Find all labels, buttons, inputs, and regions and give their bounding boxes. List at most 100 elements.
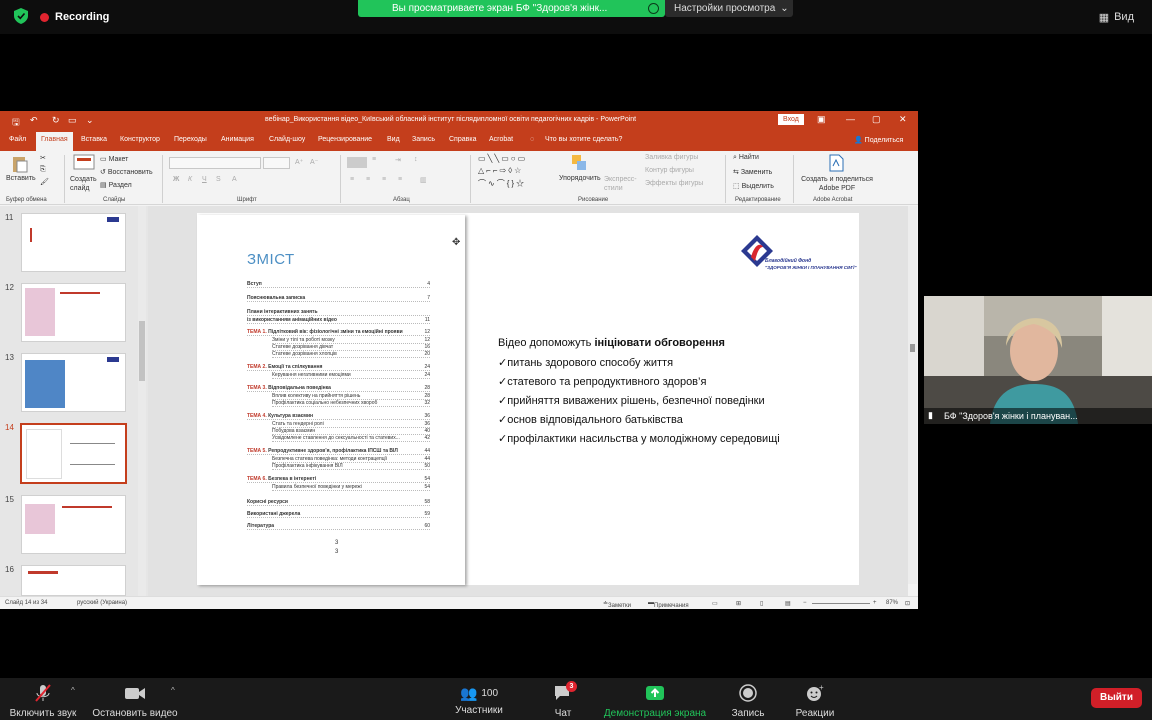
shape-effects-button[interactable]: Эффекты фигуры	[645, 180, 703, 187]
zoom-out-icon[interactable]: −	[803, 600, 807, 606]
shapes-gallery-row3[interactable]: ⌒∿⌒{}☆	[478, 178, 526, 189]
bold-icon[interactable]: Ж	[173, 176, 179, 183]
tab-transitions[interactable]: Переходы	[174, 136, 207, 143]
participants-button[interactable]: 👥 100 Участники	[450, 678, 508, 720]
italic-icon[interactable]: К	[188, 176, 192, 183]
tell-me-search[interactable]: Что вы хотите сделать?	[545, 136, 622, 143]
tab-help[interactable]: Справка	[449, 136, 476, 143]
align-center-icon[interactable]: ≡	[366, 176, 370, 183]
normal-view-icon[interactable]: ▭	[712, 600, 718, 607]
font-size-select[interactable]	[263, 157, 290, 169]
slide-thumbnail[interactable]	[21, 565, 126, 596]
tab-acrobat[interactable]: Acrobat	[489, 136, 513, 143]
shapes-gallery-row2[interactable]: △⌐⌐⇨◊☆	[478, 166, 523, 175]
slide-thumbnail[interactable]	[21, 353, 126, 412]
tab-home[interactable]: Главная	[36, 132, 73, 151]
tab-review[interactable]: Рецензирование	[318, 136, 372, 143]
notes-button[interactable]: ≐ Заметки	[603, 600, 631, 609]
reading-view-icon[interactable]: ▯	[760, 600, 763, 607]
slideshow-from-start-icon[interactable]: ▭	[68, 115, 77, 126]
arrange-icon[interactable]	[571, 154, 587, 172]
leave-meeting-button[interactable]: Выйти	[1091, 688, 1142, 708]
share-button[interactable]: 👤 Поделиться	[854, 136, 903, 144]
view-options-button[interactable]: Настройки просмотра ⌄	[665, 0, 793, 17]
font-color-icon[interactable]: A	[232, 176, 237, 183]
participant-video-tile[interactable]: БФ "Здоров'я жінки і плануван... ▮	[924, 296, 1152, 424]
format-painter-icon[interactable]: 🖌	[40, 178, 49, 186]
customize-toolbar-icon[interactable]: ⌄	[86, 115, 94, 126]
stop-video-button[interactable]: Остановить видео	[90, 678, 180, 720]
replace-button[interactable]: ⇆ Заменить	[733, 168, 772, 176]
scrollbar-thumb[interactable]	[139, 321, 145, 381]
slide-thumbnail[interactable]	[21, 495, 126, 554]
arrange-button[interactable]: Упорядочить	[559, 175, 601, 182]
signin-button[interactable]: Вход	[778, 114, 804, 125]
tab-record[interactable]: Запись	[412, 136, 435, 143]
slide-area-scrollbar[interactable]	[908, 206, 917, 584]
ribbon-display-icon[interactable]: ▣	[817, 114, 826, 125]
slide-thumbnail[interactable]	[21, 213, 126, 272]
reactions-button[interactable]: + Реакции	[792, 678, 838, 720]
shapes-gallery[interactable]: ▭╲╲▭○▭	[478, 154, 527, 163]
slideshow-icon[interactable]: ▤	[785, 600, 791, 607]
shield-icon[interactable]	[14, 8, 28, 24]
layout-button[interactable]: ▭ Макет	[100, 155, 128, 163]
tab-view[interactable]: Вид	[387, 136, 400, 143]
new-slide-icon[interactable]	[73, 154, 95, 172]
select-button[interactable]: ⬚ Выделить	[733, 182, 774, 190]
increase-font-icon[interactable]: A⁺	[295, 158, 303, 166]
view-button[interactable]: ▦ Вид	[1093, 8, 1140, 26]
zoom-slider[interactable]	[812, 603, 870, 604]
quick-styles-button[interactable]: Экспресс-стили	[604, 175, 638, 193]
close-icon[interactable]: ✕	[899, 114, 907, 125]
minimize-icon[interactable]: —	[846, 114, 855, 124]
save-icon[interactable]: 🖫	[12, 115, 20, 131]
tab-design[interactable]: Конструктор	[120, 136, 160, 143]
tab-animations[interactable]: Анимация	[221, 136, 254, 143]
redo-icon[interactable]: ↻	[52, 115, 60, 126]
slide-thumbnail[interactable]	[21, 283, 126, 342]
section-button[interactable]: ▤ Раздел	[100, 181, 132, 189]
tab-slideshow[interactable]: Слайд-шоу	[269, 136, 305, 143]
current-slide[interactable]: ЗМІСТ Вступ 4 Пояснювальна записка 7 Плани і…	[197, 213, 859, 585]
recording-indicator[interactable]: Recording	[40, 11, 109, 23]
columns-icon[interactable]: ▥	[420, 176, 427, 184]
font-family-select[interactable]	[169, 157, 261, 169]
unmute-button[interactable]: Включить звук	[6, 678, 80, 720]
tab-file[interactable]: Файл	[9, 136, 26, 143]
decrease-font-icon[interactable]: A⁻	[310, 158, 318, 166]
align-right-icon[interactable]: ≡	[382, 176, 386, 183]
maximize-icon[interactable]: ▢	[872, 114, 881, 125]
adobe-pdf-icon[interactable]	[828, 154, 844, 172]
underline-icon[interactable]: Ч	[202, 176, 207, 183]
new-slide-button[interactable]: Создать слайд	[70, 175, 100, 193]
indent-icon[interactable]: ⇥	[395, 156, 401, 164]
find-button[interactable]: ⌕ Найти	[733, 154, 759, 162]
adobe-create-share-button[interactable]: Создать и поделиться Adobe PDF	[797, 175, 877, 193]
cut-icon[interactable]: ✂	[40, 154, 46, 162]
bullets-icon[interactable]	[347, 157, 367, 168]
line-spacing-icon[interactable]: ↕	[414, 156, 418, 163]
audio-options-chevron-icon[interactable]: ^	[71, 686, 75, 695]
shape-fill-button[interactable]: Заливка фигуры	[645, 154, 698, 161]
record-button[interactable]: Запись	[728, 678, 768, 720]
shape-outline-button[interactable]: Контур фигуры	[645, 167, 694, 174]
tab-insert[interactable]: Вставка	[81, 136, 107, 143]
fit-slide-icon[interactable]: ⊡	[905, 600, 910, 607]
paste-icon[interactable]	[12, 155, 28, 173]
numbering-icon[interactable]: ≡	[372, 156, 376, 163]
align-left-icon[interactable]: ≡	[350, 176, 354, 183]
slide-thumbnail-selected[interactable]	[20, 423, 127, 484]
slide-sorter-icon[interactable]: ⊞	[736, 600, 741, 607]
zoom-level[interactable]: 87%	[886, 600, 898, 606]
reset-button[interactable]: ↺ Восстановить	[100, 168, 153, 176]
share-screen-button[interactable]: Демонстрация экрана	[600, 678, 710, 720]
justify-icon[interactable]: ≡	[398, 176, 402, 183]
strikethrough-icon[interactable]: S	[216, 176, 221, 183]
thumbnail-scrollbar[interactable]	[138, 206, 146, 596]
undo-icon[interactable]: ↶	[30, 115, 38, 126]
copy-icon[interactable]: ⎘	[40, 166, 46, 174]
video-options-chevron-icon[interactable]: ^	[171, 686, 175, 695]
comments-button[interactable]: ▬ Примечания	[648, 600, 689, 609]
zoom-in-icon[interactable]: +	[873, 600, 877, 606]
